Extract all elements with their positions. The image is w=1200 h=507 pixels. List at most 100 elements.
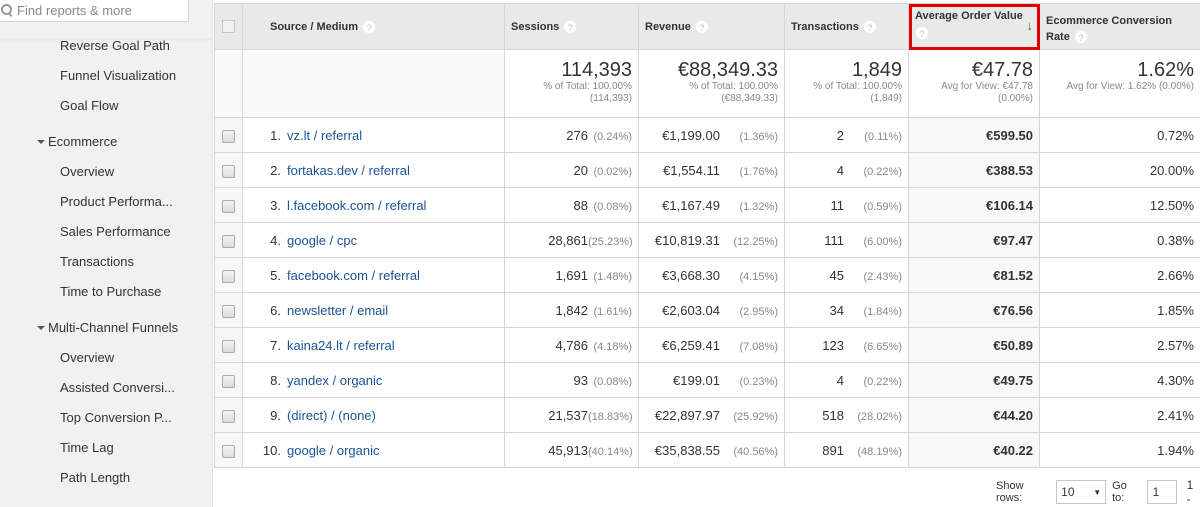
sidebar-item-product-performance[interactable]: Product Performa...	[0, 187, 213, 217]
select-all-checkbox[interactable]	[222, 20, 235, 33]
revenue-value: €10,819.31	[654, 232, 720, 248]
report-search-box[interactable]	[0, 0, 189, 22]
row-checkbox[interactable]	[222, 234, 235, 248]
sessions-percent: (4.18%)	[593, 340, 632, 353]
help-icon[interactable]: ?	[862, 19, 877, 34]
column-header-revenue[interactable]: Revenue?	[638, 3, 785, 50]
report-table-container: Source / Medium? Sessions? Revenue? Tran…	[214, 3, 1200, 468]
revenue-value: €35,838.55	[654, 442, 720, 458]
revenue-percent: (40.56%)	[733, 445, 778, 458]
sessions-cell: 21,537(18.83%)	[504, 397, 639, 433]
sessions-percent: (18.83%)	[588, 410, 633, 423]
source-medium-link[interactable]: vz.lt / referral	[285, 128, 362, 143]
sidebar-item-ecommerce-overview[interactable]: Overview	[0, 157, 213, 187]
sidebar-item-mcf-overview[interactable]: Overview	[0, 343, 213, 373]
sidebar-item-time-lag[interactable]: Time Lag	[0, 433, 213, 463]
totals-ecommerce-conversion-rate: 1.62% Avg for View: 1.62% (0.00%)	[1039, 49, 1200, 118]
row-index: 9.	[270, 407, 281, 423]
row-checkbox[interactable]	[222, 444, 235, 458]
row-checkbox[interactable]	[222, 269, 235, 283]
row-index: 2.	[270, 162, 281, 178]
sessions-percent: (0.24%)	[593, 130, 632, 143]
revenue-cell: €199.01 (0.23%)	[638, 362, 785, 398]
source-medium-link[interactable]: google / organic	[285, 443, 380, 458]
sidebar-item-path-length[interactable]: Path Length	[0, 463, 213, 493]
search-icon	[1, 4, 13, 16]
revenue-percent: (1.32%)	[739, 200, 778, 213]
sidebar-item-sales-performance[interactable]: Sales Performance	[0, 217, 213, 247]
source-medium-link[interactable]: (direct) / (none)	[285, 408, 376, 423]
row-checkbox[interactable]	[222, 374, 235, 388]
table-row: 9. (direct) / (none) 21,537(18.83%) €22,8…	[214, 397, 1200, 433]
column-header-average-order-value[interactable]: Average Order Value ? ↓	[908, 3, 1040, 50]
transactions-cell: 123 (6.65%)	[784, 327, 909, 363]
sidebar-section-ecommerce[interactable]: Ecommerce	[0, 127, 213, 157]
totals-transactions: 1,849 % of Total: 100.00% (1,849)	[784, 49, 909, 118]
source-medium-link[interactable]: kaina24.lt / referral	[285, 338, 395, 353]
transactions-value: 4	[836, 162, 844, 178]
transactions-percent: (6.65%)	[863, 340, 902, 353]
source-medium-cell: 10. google / organic	[242, 432, 505, 468]
average-order-value-cell: €81.52	[908, 257, 1040, 293]
sessions-cell: 45,913(40.14%)	[504, 432, 639, 468]
help-icon[interactable]: ?	[362, 19, 377, 34]
sort-descending-icon[interactable]: ↓	[1027, 18, 1034, 33]
total-absolute-label: (1,849)	[870, 93, 902, 104]
column-header-source-medium[interactable]: Source / Medium?	[242, 3, 505, 50]
source-medium-cell: 8. yandex / organic	[242, 362, 505, 398]
source-medium-link[interactable]: google / cpc	[285, 233, 357, 248]
show-rows-select[interactable]: 10 ▼	[1056, 480, 1107, 504]
source-medium-link[interactable]: fortakas.dev / referral	[285, 163, 410, 178]
transactions-value: 123	[822, 337, 844, 353]
total-value: 1,849	[851, 59, 902, 81]
sidebar-item-funnel-visualization[interactable]: Funnel Visualization	[0, 61, 213, 91]
transactions-value: 518	[822, 407, 844, 423]
sidebar-item-goal-flow[interactable]: Goal Flow	[0, 91, 213, 121]
revenue-cell: €2,603.04 (2.95%)	[638, 292, 785, 328]
row-index: 10.	[262, 442, 281, 458]
row-checkbox[interactable]	[222, 129, 235, 143]
source-medium-link[interactable]: yandex / organic	[285, 373, 382, 388]
transactions-value: 11	[830, 197, 845, 213]
total-absolute-label: (114,393)	[589, 93, 632, 104]
sessions-percent: (40.14%)	[588, 445, 633, 458]
goto-page-input[interactable]	[1146, 480, 1177, 504]
help-icon[interactable]: ?	[915, 26, 929, 40]
totals-empty-cell	[242, 49, 505, 118]
sessions-percent: (0.08%)	[593, 200, 632, 213]
column-header-label: Source / Medium	[270, 20, 359, 33]
column-header-transactions[interactable]: Transactions?	[784, 3, 909, 50]
sidebar-item-top-conversion-paths[interactable]: Top Conversion P...	[0, 403, 213, 433]
report-table: Source / Medium? Sessions? Revenue? Tran…	[214, 3, 1200, 468]
row-index: 6.	[270, 302, 281, 318]
revenue-cell: €22,897.97 (25.92%)	[638, 397, 785, 433]
sidebar-item-transactions[interactable]: Transactions	[0, 247, 213, 277]
row-checkbox[interactable]	[222, 304, 235, 318]
row-index: 7.	[270, 337, 281, 353]
row-checkbox[interactable]	[222, 339, 235, 353]
row-checkbox[interactable]	[222, 409, 235, 423]
help-icon[interactable]: ?	[563, 19, 578, 34]
total-value: 114,393	[561, 59, 632, 81]
sidebar-item-assisted-conversions[interactable]: Assisted Conversi...	[0, 373, 213, 403]
total-value: €47.78	[971, 59, 1033, 81]
revenue-value: €6,259.41	[662, 337, 720, 353]
sidebar-item-reverse-goal-path[interactable]: Reverse Goal Path	[0, 31, 213, 61]
column-header-ecommerce-conversion-rate[interactable]: Ecommerce Conversion Rate?	[1039, 3, 1200, 50]
sidebar-section-multi-channel-funnels[interactable]: Multi-Channel Funnels	[0, 313, 213, 343]
transactions-cell: 111 (6.00%)	[784, 222, 909, 258]
source-medium-link[interactable]: l.facebook.com / referral	[285, 198, 426, 213]
source-medium-link[interactable]: newsletter / email	[285, 303, 388, 318]
column-header-sessions[interactable]: Sessions?	[504, 3, 639, 50]
source-medium-link[interactable]: facebook.com / referral	[285, 268, 420, 283]
revenue-cell: €1,199.00 (1.36%)	[638, 117, 785, 153]
row-checkbox[interactable]	[222, 164, 235, 178]
report-search-input[interactable]	[17, 2, 177, 18]
row-checkbox[interactable]	[222, 199, 235, 213]
source-medium-cell: 6. newsletter / email	[242, 292, 505, 328]
sidebar-item-time-to-purchase[interactable]: Time to Purchase	[0, 277, 213, 307]
row-select-cell	[214, 187, 243, 223]
totals-sessions: 114,393 % of Total: 100.00% (114,393)	[504, 49, 639, 118]
help-icon[interactable]: ?	[1073, 30, 1088, 45]
help-icon[interactable]: ?	[694, 19, 709, 34]
